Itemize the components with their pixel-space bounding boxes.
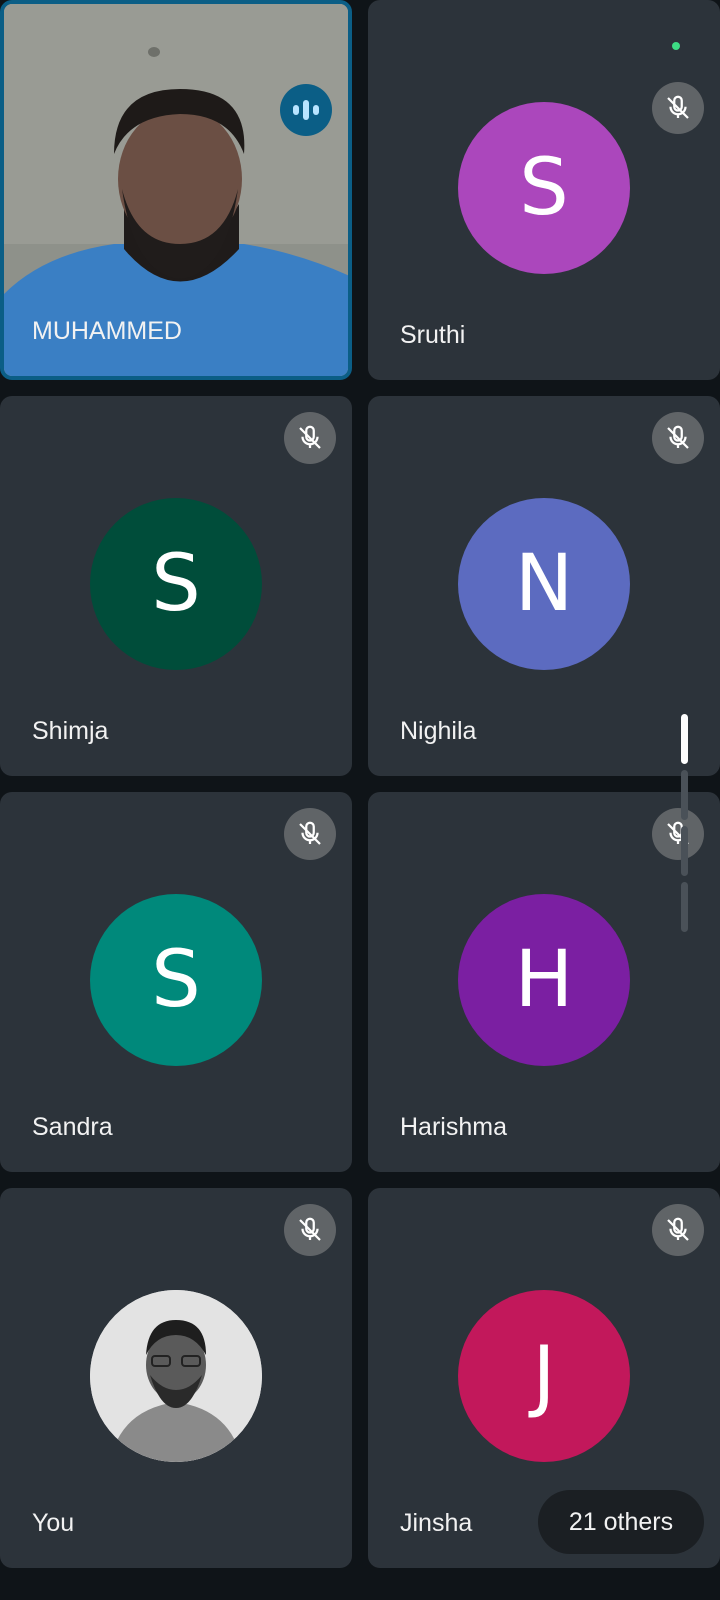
participant-name: Shimja <box>32 717 109 745</box>
mute-indicator <box>284 1204 336 1256</box>
participant-name: Sruthi <box>400 321 466 349</box>
mic-off-icon <box>299 425 321 449</box>
participant-name: Nighila <box>400 717 477 745</box>
mute-indicator <box>652 412 704 464</box>
participant-avatar: N <box>458 498 630 670</box>
participant-tile-shimja[interactable]: S Shimja <box>0 396 352 776</box>
mute-indicator <box>652 82 704 134</box>
scrollbar-track-segment <box>681 882 688 932</box>
scrollbar-thumb[interactable] <box>681 714 688 764</box>
participant-tile-sruthi[interactable]: S Sruthi <box>368 0 720 380</box>
participant-tile-you[interactable]: You <box>0 1188 352 1568</box>
participant-name: Harishma <box>400 1113 507 1141</box>
mic-off-icon <box>667 1217 689 1241</box>
mic-off-icon <box>667 425 689 449</box>
participant-name: Jinsha <box>400 1509 473 1537</box>
participant-tile-muhammed[interactable]: MUHAMMED <box>0 0 352 380</box>
mic-off-icon <box>667 95 689 119</box>
scrollbar-track-segment <box>681 826 688 876</box>
mic-off-icon <box>299 821 321 845</box>
participant-avatar: S <box>90 894 262 1066</box>
participant-avatar: S <box>458 102 630 274</box>
scrollbar-track-segment <box>681 770 688 820</box>
person-photo <box>90 1290 262 1462</box>
mute-indicator <box>284 808 336 860</box>
mic-off-icon <box>667 821 689 845</box>
speaking-indicator <box>280 84 332 136</box>
participant-grid: MUHAMMED S Sruthi S Shimja N Nighila S S… <box>0 0 720 1600</box>
participant-tile-harishma[interactable]: H Harishma <box>368 792 720 1172</box>
participant-tile-sandra[interactable]: S Sandra <box>0 792 352 1172</box>
participant-name: Sandra <box>32 1113 113 1141</box>
participant-avatar: S <box>90 498 262 670</box>
participant-avatar: H <box>458 894 630 1066</box>
mute-indicator <box>652 1204 704 1256</box>
mic-off-icon <box>299 1217 321 1241</box>
mute-indicator <box>652 808 704 860</box>
participant-name: MUHAMMED <box>32 317 182 345</box>
mute-indicator <box>284 412 336 464</box>
status-dot <box>672 42 680 50</box>
participant-tile-nighila[interactable]: N Nighila <box>368 396 720 776</box>
profile-photo <box>90 1290 262 1462</box>
audio-wave-icon <box>293 100 319 120</box>
participant-name: You <box>32 1509 75 1537</box>
participant-avatar: J <box>458 1290 630 1462</box>
others-button[interactable]: 21 others <box>538 1490 704 1554</box>
